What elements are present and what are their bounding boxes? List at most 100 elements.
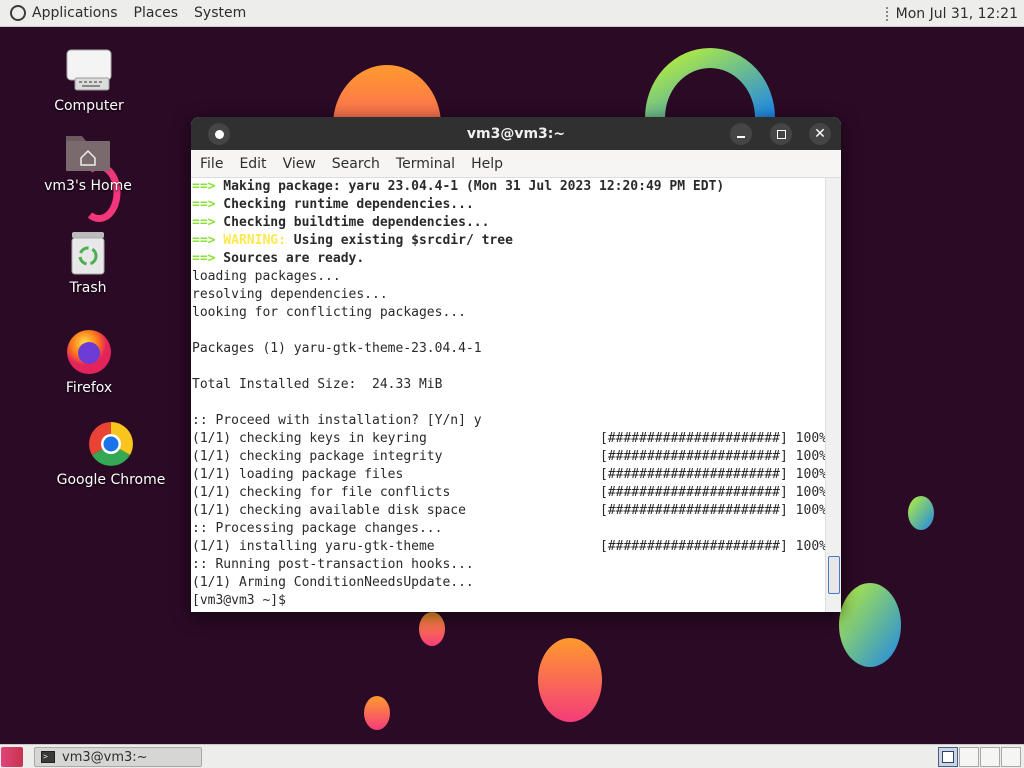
terminal-line-text: (1/1) checking for file conflicts — [192, 485, 451, 500]
chrome-icon — [89, 422, 133, 466]
scrollbar-thumb[interactable] — [828, 556, 840, 594]
window-title: vm3@vm3:~ — [466, 125, 566, 142]
panel-handle-icon[interactable] — [885, 6, 888, 21]
desktop-icon-home[interactable]: vm3's Home — [33, 130, 143, 194]
top-panel: Applications Places System Mon Jul 31, 1… — [0, 0, 1024, 27]
terminal-line: ==> Making package: yaru 23.04.4-1 (Mon … — [191, 178, 825, 196]
applications-menu-label: Applications — [32, 5, 118, 21]
terminal-line: (1/1) checking for file conflicts [######… — [191, 484, 825, 502]
menu-search[interactable]: Search — [324, 156, 388, 172]
window-titlebar[interactable]: vm3@vm3:~ ✕ — [191, 117, 841, 150]
terminal-line: (1/1) checking available disk space [####… — [191, 502, 825, 520]
terminal-line-text: Checking buildtime dependencies... — [215, 215, 490, 230]
warning-label: WARNING: — [215, 233, 286, 248]
maximize-icon — [776, 129, 786, 139]
terminal-line-text: (1/1) installing yaru-gtk-theme — [192, 539, 435, 554]
menu-view[interactable]: View — [275, 156, 324, 172]
terminal-line: (1/1) checking keys in keyring [#########… — [191, 430, 825, 448]
clock[interactable]: Mon Jul 31, 12:21 — [896, 6, 1018, 22]
menu-help[interactable]: Help — [463, 156, 511, 172]
window-menu-button[interactable] — [208, 123, 230, 145]
firefox-icon — [67, 330, 111, 374]
terminal-line-text: resolving dependencies... — [192, 287, 388, 302]
terminal-scrollbar[interactable] — [825, 178, 841, 612]
progress-bar-text: [######################] 100% — [600, 539, 825, 554]
minimize-button[interactable] — [730, 123, 752, 145]
terminal-line: [vm3@vm3 ~]$ — [191, 592, 825, 610]
terminal-icon: > — [41, 751, 55, 763]
terminal-line-text: Total Installed Size: 24.33 MiB — [192, 377, 443, 392]
workspace-2[interactable] — [959, 747, 979, 767]
terminal-line: Packages (1) yaru-gtk-theme-23.04.4-1 — [191, 340, 825, 358]
desktop-icon-label: Firefox — [65, 380, 113, 396]
terminal-menubar: File Edit View Search Terminal Help — [191, 150, 841, 178]
desktop-icon-computer[interactable]: Computer — [34, 48, 144, 114]
places-menu[interactable]: Places — [126, 0, 187, 27]
progress-bar-text: [######################] 100% — [600, 449, 825, 464]
workspace-1[interactable] — [938, 747, 958, 767]
terminal-line-text: :: Processing package changes... — [192, 521, 443, 536]
terminal-line: looking for conflicting packages... — [191, 304, 825, 322]
prompt-arrow: ==> — [192, 179, 216, 194]
menu-terminal[interactable]: Terminal — [388, 156, 463, 172]
prompt-arrow: ==> — [192, 197, 216, 212]
terminal-line-text: Making package: yaru 23.04.4-1 (Mon 31 J… — [215, 179, 725, 194]
desktop-icon-firefox[interactable]: Firefox — [34, 326, 144, 396]
desktop-icon-label: vm3's Home — [44, 178, 132, 194]
terminal-line-text: (1/1) loading package files — [192, 467, 404, 482]
terminal-line: resolving dependencies... — [191, 286, 825, 304]
terminal-line: ==> Sources are ready. — [191, 250, 825, 268]
desktop-icon-trash[interactable]: Trash — [33, 230, 143, 296]
taskbar-task-label: vm3@vm3:~ — [62, 749, 148, 765]
terminal-line-text: loading packages... — [192, 269, 341, 284]
computer-icon — [66, 49, 112, 91]
desktop-icon-chrome[interactable]: Google Chrome — [56, 420, 166, 488]
terminal-line-text: (1/1) checking package integrity — [192, 449, 443, 464]
prompt-arrow: ==> — [192, 233, 216, 248]
workspace-3[interactable] — [980, 747, 1000, 767]
terminal-line-text: Using existing $srcdir/ tree — [285, 233, 513, 248]
progress-bar-text: [######################] 100% — [600, 431, 825, 446]
terminal-output[interactable]: ==> Making package: yaru 23.04.4-1 (Mon … — [191, 178, 825, 612]
workspace-4[interactable] — [1001, 747, 1021, 767]
trash-icon — [71, 232, 105, 275]
terminal-line-text: :: Running post-transaction hooks... — [192, 557, 474, 572]
terminal-line: ==> Checking runtime dependencies... — [191, 196, 825, 214]
terminal-line: :: Proceed with installation? [Y/n] y — [191, 412, 825, 430]
terminal-line: loading packages... — [191, 268, 825, 286]
desktop-icon-label: Trash — [69, 280, 107, 296]
bottom-panel: > vm3@vm3:~ — [0, 744, 1024, 768]
menu-edit[interactable]: Edit — [231, 156, 274, 172]
terminal-line-text: looking for conflicting packages... — [192, 305, 466, 320]
terminal-line: (1/1) loading package files [############… — [191, 466, 825, 484]
terminal-line-text: Checking runtime dependencies... — [215, 197, 474, 212]
terminal-line-text: (1/1) Arming ConditionNeedsUpdate... — [192, 575, 474, 590]
taskbar-terminal-button[interactable]: > vm3@vm3:~ — [34, 747, 202, 767]
places-menu-label: Places — [133, 5, 179, 21]
home-folder-icon — [66, 136, 110, 171]
close-button[interactable]: ✕ — [809, 123, 831, 145]
progress-bar-text: [######################] 100% — [600, 467, 825, 482]
desktop-icon-label: Google Chrome — [56, 472, 166, 488]
workspace-window-icon — [942, 751, 954, 763]
minimize-icon — [737, 136, 745, 138]
terminal-line-text: [vm3@vm3 ~]$ — [192, 593, 294, 608]
terminal-line-text: Sources are ready. — [215, 251, 365, 266]
terminal-line: :: Processing package changes... — [191, 520, 825, 538]
terminal-line: (1/1) installing yaru-gtk-theme [########… — [191, 538, 825, 556]
menu-file[interactable]: File — [191, 156, 231, 172]
terminal-window[interactable]: vm3@vm3:~ ✕ File Edit View Search Termin… — [191, 117, 841, 612]
progress-bar-text: [######################] 100% — [600, 503, 825, 518]
window-menu-dot-icon — [214, 129, 224, 139]
terminal-line-text: :: Proceed with installation? [Y/n] y — [192, 413, 482, 428]
progress-bar-text: [######################] 100% — [600, 485, 825, 500]
system-menu[interactable]: System — [186, 0, 254, 27]
terminal-line-text: Packages (1) yaru-gtk-theme-23.04.4-1 — [192, 341, 482, 356]
show-desktop-icon[interactable] — [1, 747, 23, 767]
maximize-button[interactable] — [770, 123, 792, 145]
applications-menu[interactable]: Applications — [0, 0, 126, 27]
terminal-line: :: Running post-transaction hooks... — [191, 556, 825, 574]
